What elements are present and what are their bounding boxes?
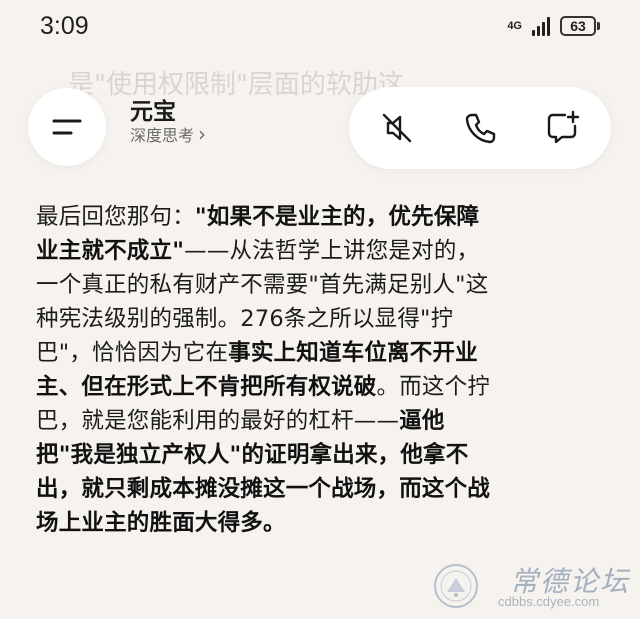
message-line: 一个真正的私有财产不需要"首先满足别人"这: [36, 272, 489, 298]
network-type: 4G: [507, 19, 522, 32]
mute-button[interactable]: [377, 108, 417, 148]
menu-icon: [52, 119, 82, 135]
battery-icon: 63: [560, 16, 600, 36]
new-chat-button[interactable]: [543, 108, 583, 148]
watermark: 常德论坛 cdbbs.cdyee.com: [432, 560, 632, 616]
watermark-url: cdbbs.cdyee.com: [498, 594, 600, 609]
battery-level: 63: [560, 16, 596, 36]
message-line: 种宪法级别的强制。276条之所以显得"拧: [36, 306, 454, 332]
chevron-right-icon: ›: [198, 122, 207, 146]
message-line: 把"我是独立产权人"的证明拿出来，他拿不: [36, 442, 469, 468]
phone-icon: [465, 113, 496, 144]
call-button[interactable]: [460, 108, 500, 148]
assistant-message: 最后回您那句："如果不是业主的，优先保障 业主就不成立"——从法哲学上讲您是对的…: [36, 200, 608, 540]
message-line: 业主就不成立"——从法哲学上讲您是对的，: [36, 238, 480, 264]
message-line: 出，就只剩成本摊没摊这一个战场，而这个战: [36, 476, 491, 502]
mode-label: 深度思考: [130, 126, 195, 145]
message-line: 最后回您那句："如果不是业主的，优先保障: [36, 204, 480, 230]
status-time: 3:09: [40, 12, 89, 40]
header-actions: [349, 87, 611, 169]
forum-seal-icon: [434, 564, 478, 608]
mode-selector[interactable]: 深度思考 ›: [130, 122, 206, 146]
status-bar: 3:09 4G 63: [0, 0, 640, 58]
scrolled-text-fragment: 是"使用权限制"层面的软肋这: [68, 70, 404, 100]
message-line: 巴，就是您能利用的最好的杠杆——逼他: [36, 408, 445, 434]
message-line: 场上业主的胜面大得多。: [36, 510, 286, 536]
menu-button[interactable]: [28, 88, 106, 166]
chat-title: 元宝: [130, 99, 176, 125]
speaker-muted-icon: [382, 113, 412, 143]
status-indicators: 4G 63: [507, 16, 600, 36]
message-line: 主、但在形式上不肯把所有权说破。而这个拧: [36, 374, 491, 400]
new-chat-icon: [547, 110, 580, 144]
message-line: 巴"，恰恰因为它在事实上知道车位离不开业: [36, 340, 478, 366]
signal-icon: [532, 16, 550, 36]
